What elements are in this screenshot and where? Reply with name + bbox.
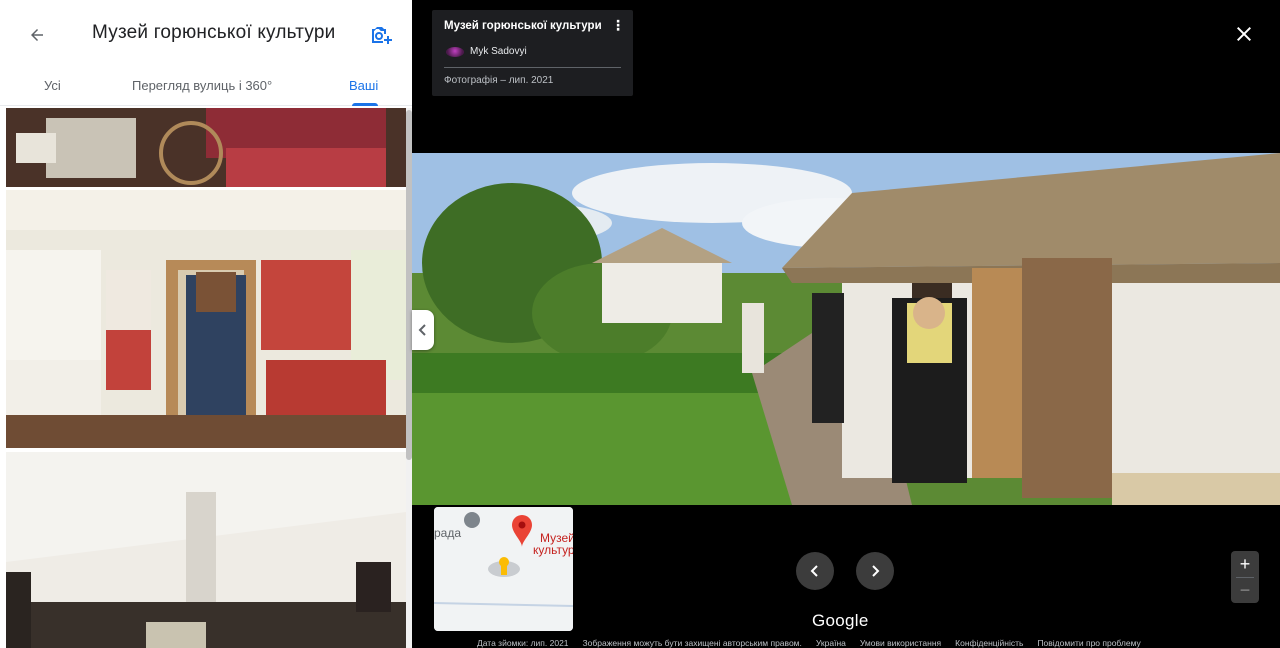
close-button[interactable]: [1232, 22, 1256, 46]
chevron-right-icon: [872, 565, 880, 577]
place-title[interactable]: Музей горюнської культури: [444, 20, 621, 32]
author-name: Myk Sadovyi: [470, 46, 527, 57]
minimap[interactable]: рада Музей культур: [434, 507, 573, 631]
nearby-label: рада: [434, 526, 462, 540]
photo-info-card: Музей горюнської культури ⋮ Myk Sadovyi …: [432, 10, 633, 96]
footer: Дата зйомки: лип. 2021 Зображення можуть…: [477, 638, 1141, 648]
photo-tabs: Усі Перегляд вулиць і 360° Ваші: [0, 68, 412, 106]
photo-viewer: Музей горюнської культури ⋮ Myk Sadovyi …: [412, 0, 1280, 648]
photo-content: [6, 108, 406, 187]
photo-thumbnail[interactable]: [6, 190, 406, 448]
photo-content: [6, 190, 406, 448]
place-label-2: культур: [533, 543, 573, 557]
panorama-image[interactable]: [412, 153, 1280, 505]
back-button[interactable]: [22, 20, 52, 50]
collapse-panel-button[interactable]: [412, 310, 434, 350]
panel-title: Музей горюнської культури: [92, 22, 336, 43]
more-options-icon[interactable]: ⋮: [611, 18, 625, 32]
zoom-out-button[interactable]: −: [1231, 577, 1259, 603]
photos-panel: Музей горюнської культури Усі Перегляд в…: [0, 0, 412, 648]
photo-thumbnail[interactable]: [6, 452, 406, 648]
panel-header: Музей горюнської культури: [0, 0, 412, 68]
zoom-in-button[interactable]: +: [1231, 551, 1259, 577]
report-problem-link[interactable]: Повідомити про проблему: [1037, 638, 1140, 648]
copyright-notice: Зображення можуть бути захищені авторськ…: [582, 638, 802, 648]
privacy-link[interactable]: Конфіденційність: [955, 638, 1023, 648]
chevron-left-icon: [418, 324, 426, 336]
arrow-left-icon: [31, 29, 43, 41]
zoom-control: + −: [1231, 551, 1259, 603]
tab-yours[interactable]: Ваші: [349, 78, 378, 93]
active-tab-indicator: [352, 103, 378, 106]
close-icon: [1237, 27, 1251, 41]
next-photo-button[interactable]: [856, 552, 894, 590]
add-photo-button[interactable]: [366, 20, 394, 48]
photo-thumbnail[interactable]: [6, 108, 406, 187]
capture-date: Дата зйомки: лип. 2021: [477, 638, 569, 648]
terms-link[interactable]: Умови використання: [860, 638, 941, 648]
divider: [444, 67, 621, 68]
tab-street-view[interactable]: Перегляд вулиць і 360°: [132, 78, 272, 93]
avatar: [446, 46, 464, 57]
tab-all[interactable]: Усі: [44, 78, 61, 93]
photo-date: Фотографія – лип. 2021: [444, 75, 554, 86]
google-logo: Google: [812, 611, 869, 630]
app-root: Музей горюнської культури Усі Перегляд в…: [0, 0, 1280, 648]
country-link[interactable]: Україна: [816, 638, 846, 648]
chevron-left-icon: [810, 565, 818, 577]
photo-content: [6, 452, 406, 648]
previous-photo-button[interactable]: [796, 552, 834, 590]
panorama-content: [412, 153, 1280, 505]
author-link[interactable]: Myk Sadovyi: [446, 46, 527, 57]
add-photo-icon: [372, 27, 392, 44]
